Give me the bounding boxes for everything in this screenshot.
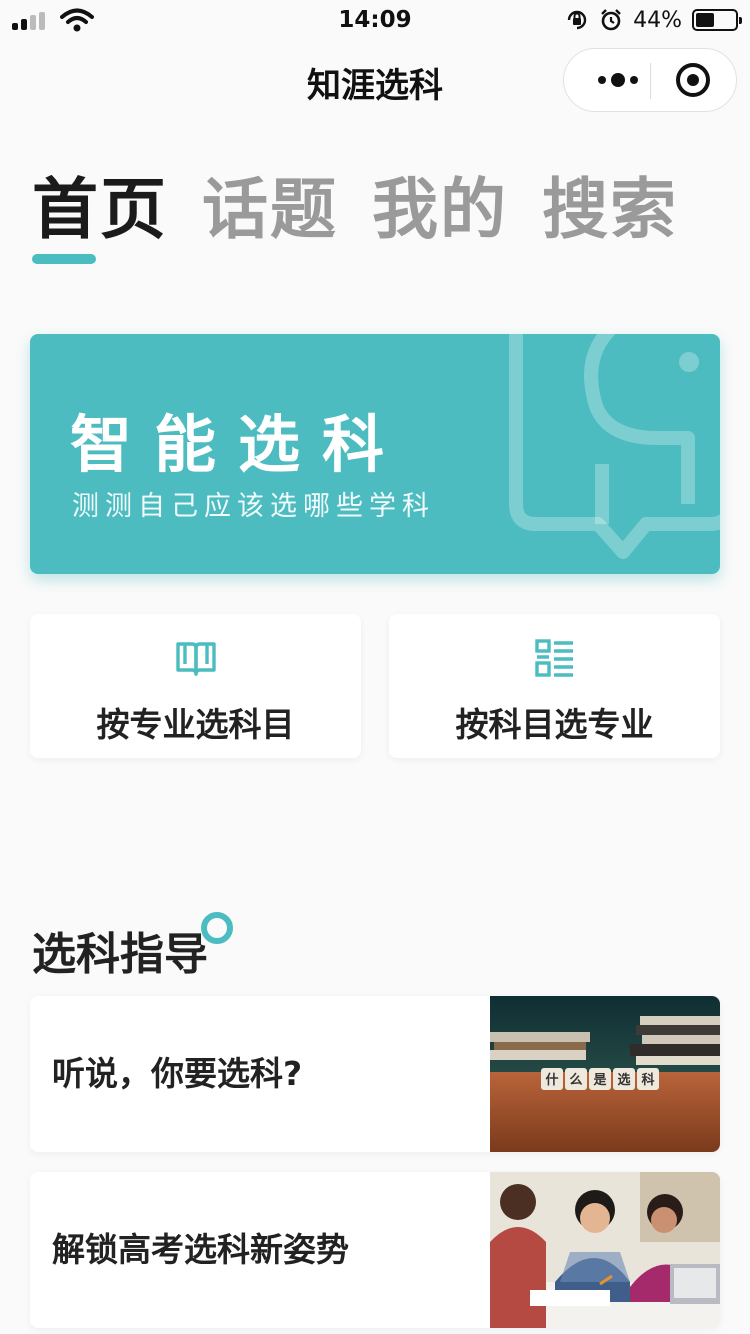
top-tabs: 首页 话题 我的 搜索 xyxy=(32,170,678,264)
tab-search[interactable]: 搜索 xyxy=(542,170,678,250)
thumb-die-text: 科 xyxy=(641,1072,654,1088)
select-by-major-label: 按专业选科目 xyxy=(96,705,295,744)
select-by-major-card[interactable]: 按专业选科目 xyxy=(30,614,361,758)
alarm-icon xyxy=(601,9,621,31)
status-bar: 14:09 44% xyxy=(0,0,750,40)
tab-topics[interactable]: 话题 xyxy=(202,170,338,250)
chat-bubble-logo-icon xyxy=(509,334,720,559)
orientation-lock-icon xyxy=(567,10,587,30)
banner-subtitle: 测测自己应该选哪些学科 xyxy=(72,491,435,522)
banner-title: 智能选科 xyxy=(70,408,407,481)
article-title: 解锁高考选科新姿势 xyxy=(52,1230,349,1269)
battery-percent: 44% xyxy=(633,7,682,33)
smart-selection-banner[interactable]: 智能选科 测测自己应该选哪些学科 xyxy=(30,334,720,574)
tab-label: 我的 xyxy=(372,171,508,248)
tab-label: 话题 xyxy=(202,171,338,248)
close-mini-program-button[interactable] xyxy=(676,63,710,97)
article-card[interactable]: 解锁高考选科新姿势 xyxy=(30,1172,720,1328)
thumb-die-text: 什 xyxy=(545,1072,558,1088)
battery-icon xyxy=(692,9,742,31)
open-book-icon xyxy=(175,642,216,676)
thumb-die-text: 选 xyxy=(617,1072,630,1088)
more-menu-button[interactable] xyxy=(588,49,648,111)
article-title: 听说，你要选科? xyxy=(52,1054,303,1093)
section-ring-icon xyxy=(201,912,233,944)
thumb-die-text: 是 xyxy=(592,1073,607,1088)
select-by-subject-card[interactable]: 按科目选专业 xyxy=(389,614,720,758)
article-card[interactable]: 听说，你要选科? 什 么 是 选 科 xyxy=(30,996,720,1152)
article-thumbnail-students-image xyxy=(490,1172,720,1328)
page: 14:09 44% 知涯选科 首页 话题 我的 搜索 智能选科 测测自己应该选哪… xyxy=(0,0,750,1334)
tab-label: 搜索 xyxy=(542,171,678,248)
article-thumbnail-dice-image: 什 么 是 选 科 xyxy=(490,996,720,1152)
select-by-subject-label: 按科目选专业 xyxy=(455,705,654,744)
list-icon xyxy=(534,639,573,677)
active-tab-indicator xyxy=(32,254,96,264)
tab-home[interactable]: 首页 xyxy=(32,170,168,264)
tab-label: 首页 xyxy=(32,171,168,248)
tab-mine[interactable]: 我的 xyxy=(372,170,508,250)
thumb-die-text: 么 xyxy=(569,1073,582,1088)
section-title: 选科指导 xyxy=(32,929,208,980)
mini-program-capsule xyxy=(563,48,737,112)
